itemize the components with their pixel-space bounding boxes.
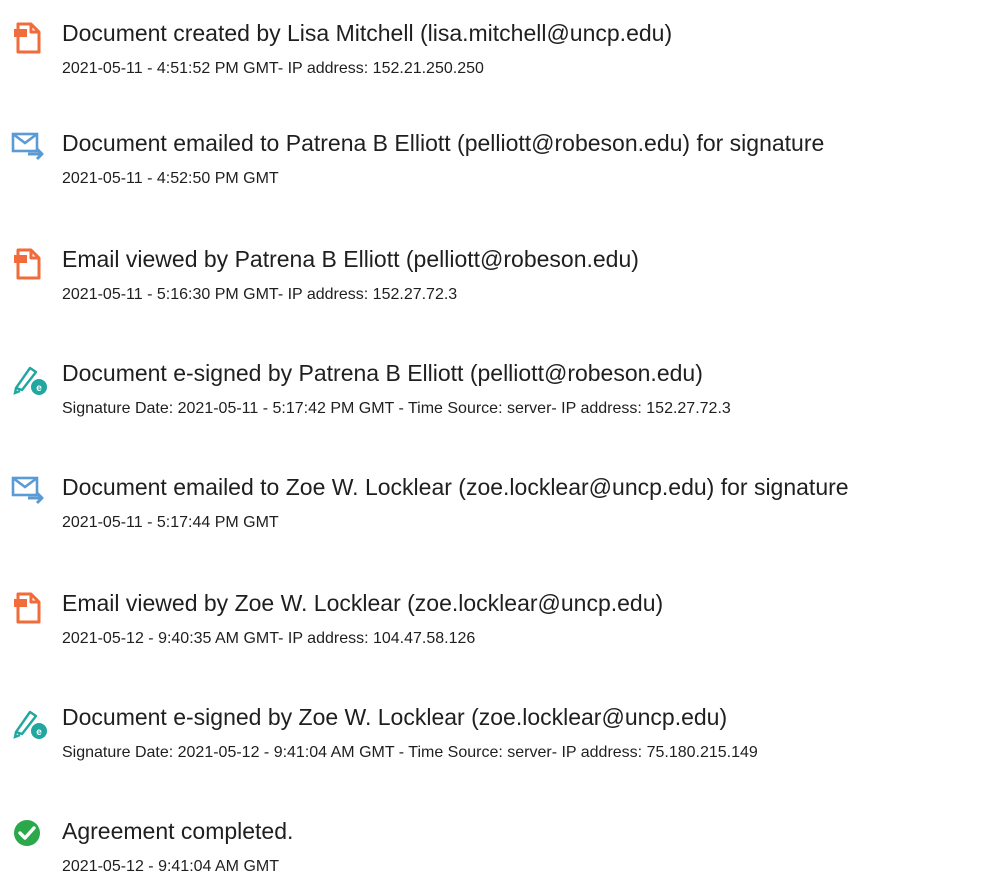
event-timestamp: 2021-05-12 - 9:41:04 AM GMT: [62, 858, 279, 875]
document-icon: [10, 18, 50, 58]
event-title: Document created by Lisa Mitchell (lisa.…: [62, 20, 673, 46]
audit-entry-viewed: Email viewed by Zoe W. Locklear (zoe.loc…: [0, 586, 992, 666]
document-icon: [10, 244, 50, 284]
check-circle-icon: [10, 816, 50, 856]
svg-text:e: e: [36, 727, 42, 738]
event-title: Document e-signed by Patrena B Elliott (…: [62, 360, 703, 386]
email-sent-icon: [10, 472, 50, 512]
event-timestamp: 2021-05-12 - 9:40:35 AM GMT- IP address:…: [62, 630, 476, 647]
audit-entry-esigned: e Document e-signed by Zoe W. Locklear (…: [0, 700, 992, 780]
event-timestamp: 2021-05-11 - 5:17:44 PM GMT: [62, 514, 279, 531]
event-timestamp: Signature Date: 2021-05-11 - 5:17:42 PM …: [62, 400, 731, 417]
event-title: Document emailed to Zoe W. Locklear (zoe…: [62, 474, 849, 500]
audit-entry-emailed: Document emailed to Patrena B Elliott (p…: [0, 126, 992, 206]
event-timestamp: 2021-05-11 - 4:51:52 PM GMT- IP address:…: [62, 60, 484, 77]
audit-entry-viewed: Email viewed by Patrena B Elliott (pelli…: [0, 242, 992, 322]
email-sent-icon: [10, 128, 50, 168]
document-icon: [10, 588, 50, 628]
audit-trail-list: Document created by Lisa Mitchell (lisa.…: [0, 0, 992, 881]
esign-pen-icon: e: [10, 702, 50, 742]
event-timestamp: 2021-05-11 - 4:52:50 PM GMT: [62, 170, 279, 187]
audit-entry-created: Document created by Lisa Mitchell (lisa.…: [0, 16, 992, 96]
event-title: Email viewed by Patrena B Elliott (pelli…: [62, 246, 639, 272]
event-title: Agreement completed.: [62, 818, 294, 844]
svg-text:e: e: [36, 383, 42, 394]
event-title: Email viewed by Zoe W. Locklear (zoe.loc…: [62, 590, 664, 616]
event-timestamp: 2021-05-11 - 5:16:30 PM GMT- IP address:…: [62, 286, 458, 303]
esign-pen-icon: e: [10, 358, 50, 398]
event-title: Document emailed to Patrena B Elliott (p…: [62, 130, 825, 156]
audit-entry-emailed: Document emailed to Zoe W. Locklear (zoe…: [0, 470, 992, 550]
audit-entry-completed: Agreement completed. 2021-05-12 - 9:41:0…: [0, 814, 992, 894]
audit-entry-esigned: e Document e-signed by Patrena B Elliott…: [0, 356, 992, 436]
event-title: Document e-signed by Zoe W. Locklear (zo…: [62, 704, 728, 730]
event-timestamp: Signature Date: 2021-05-12 - 9:41:04 AM …: [62, 744, 758, 761]
